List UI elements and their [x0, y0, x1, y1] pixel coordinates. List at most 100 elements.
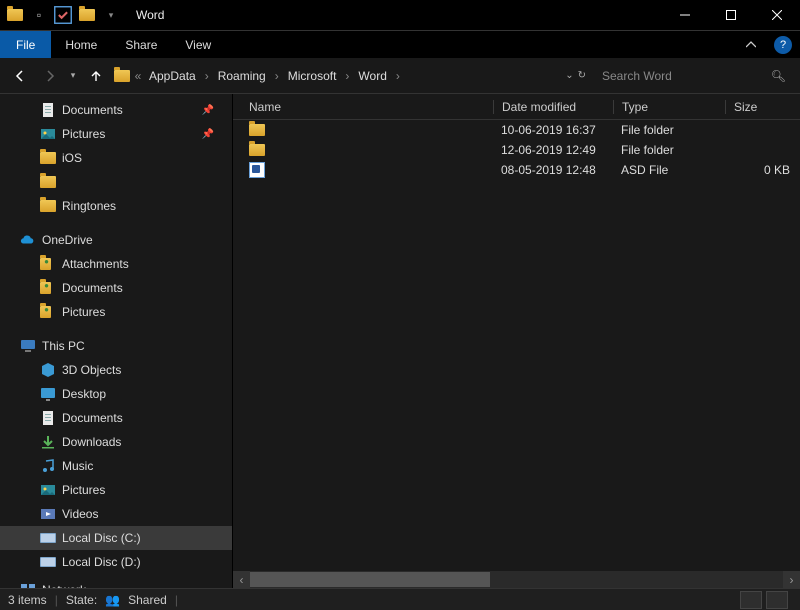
desk-icon [40, 386, 56, 402]
sidebar-item[interactable]: iOS [0, 146, 232, 170]
file-type: ASD File [613, 163, 725, 177]
details-view-button[interactable] [740, 591, 762, 609]
pc-icon [20, 338, 36, 354]
titlebar: ▫ ▾ Word [0, 0, 800, 30]
tree-label: Desktop [62, 387, 106, 401]
sidebar-item[interactable]: 3D Objects [0, 358, 232, 382]
onedrive-node[interactable]: OneDrive [0, 228, 232, 252]
chevron-right-icon[interactable]: › [201, 69, 213, 83]
onedrive-icon [20, 232, 36, 248]
folder-icon [40, 174, 56, 190]
file-row[interactable]: 12-06-2019 12:49 File folder [233, 140, 800, 160]
col-size[interactable]: Size [725, 100, 800, 114]
asd-icon [249, 162, 265, 178]
share-tab[interactable]: Share [111, 31, 171, 58]
view-tab[interactable]: View [171, 31, 225, 58]
tree-label: Documents [62, 411, 123, 425]
history-dropdown-icon[interactable]: ▾ [66, 62, 80, 90]
address-dropdown-icon[interactable]: ⌄ [565, 70, 573, 81]
qat-dropdown-icon[interactable]: ▾ [100, 4, 122, 26]
network-icon [20, 582, 36, 588]
breadcrumb[interactable]: Word [355, 69, 389, 83]
scroll-right-icon[interactable]: › [783, 571, 800, 588]
scroll-left-icon[interactable]: ‹ [233, 571, 250, 588]
properties-icon[interactable] [52, 4, 74, 26]
breadcrumb[interactable]: AppData [146, 69, 199, 83]
folder-icon [249, 122, 265, 138]
sidebar-item[interactable]: Pictures 📌 [0, 122, 232, 146]
thispc-node[interactable]: This PC [0, 334, 232, 358]
ribbon-tabs: File Home Share View ? [0, 30, 800, 58]
tree-label: Local Disc (D:) [62, 555, 141, 569]
tree-label: Documents [62, 281, 123, 295]
home-tab[interactable]: Home [51, 31, 111, 58]
tree-label: Pictures [62, 483, 105, 497]
forward-button[interactable] [36, 62, 64, 90]
col-date[interactable]: Date modified [493, 100, 613, 114]
vid-icon [40, 506, 56, 522]
file-row[interactable]: 10-06-2019 16:37 File folder [233, 120, 800, 140]
address-bar[interactable]: « AppData › Roaming › Microsoft › Word ›… [112, 63, 592, 89]
sidebar-item[interactable]: ● Pictures [0, 300, 232, 324]
file-date: 12-06-2019 12:49 [493, 143, 613, 157]
sidebar-item[interactable]: Ringtones [0, 194, 232, 218]
breadcrumb[interactable]: Microsoft [285, 69, 340, 83]
sidebar-item[interactable]: Documents 📌 [0, 98, 232, 122]
maximize-button[interactable] [708, 0, 754, 30]
search-icon[interactable]: 🔍︎ [771, 69, 786, 83]
sidebar-item[interactable]: Desktop [0, 382, 232, 406]
tree-label: This PC [42, 339, 85, 353]
scroll-thumb[interactable] [250, 572, 490, 587]
refresh-icon[interactable]: ↻ [578, 70, 586, 81]
network-node[interactable]: Network [0, 578, 232, 588]
sidebar-item[interactable]: Downloads [0, 430, 232, 454]
breadcrumb[interactable]: Roaming [215, 69, 269, 83]
pin-icon: 📌 [202, 129, 214, 140]
file-tab[interactable]: File [0, 31, 51, 58]
up-button[interactable] [82, 62, 110, 90]
file-type: File folder [613, 123, 725, 137]
drive-icon [40, 554, 56, 570]
sidebar-item[interactable]: Local Disc (D:) [0, 550, 232, 574]
close-button[interactable] [754, 0, 800, 30]
sidebar-item[interactable]: Videos [0, 502, 232, 526]
file-size: 0 KB [725, 163, 800, 177]
search-input[interactable]: Search Word 🔍︎ [594, 63, 794, 89]
sidebar-item[interactable]: Pictures [0, 478, 232, 502]
minimize-button[interactable] [662, 0, 708, 30]
chevron-right-icon[interactable]: › [271, 69, 283, 83]
sidebar-item[interactable]: Music [0, 454, 232, 478]
qat-button[interactable]: ▫ [28, 4, 50, 26]
col-type[interactable]: Type [613, 100, 725, 114]
pic-icon [40, 482, 56, 498]
file-row[interactable]: 08-05-2019 12:48 ASD File 0 KB [233, 160, 800, 180]
back-button[interactable] [6, 62, 34, 90]
drive-icon [40, 530, 56, 546]
sidebar-item[interactable]: ● Documents [0, 276, 232, 300]
address-folder-icon [114, 68, 130, 84]
sidebar-item[interactable]: ● Attachments [0, 252, 232, 276]
folder-icon [40, 198, 56, 214]
search-placeholder: Search Word [602, 69, 672, 83]
chevron-right-icon[interactable]: › [392, 69, 404, 83]
folder-icon [40, 150, 56, 166]
3d-icon [40, 362, 56, 378]
chevron-right-icon[interactable]: › [341, 69, 353, 83]
help-icon[interactable]: ? [774, 36, 792, 54]
quick-access-toolbar: ▫ ▾ [0, 4, 126, 26]
horizontal-scrollbar[interactable]: ‹ › [233, 571, 800, 588]
column-headers: Name Date modified Type Size [233, 94, 800, 120]
sidebar-item[interactable]: Local Disc (C:) [0, 526, 232, 550]
file-list[interactable]: 10-06-2019 16:37 File folder 12-06-2019 … [233, 120, 800, 571]
ribbon-collapse-icon[interactable] [736, 31, 766, 58]
chevron-right-icon[interactable]: « [132, 69, 144, 83]
tree-label: Videos [62, 507, 98, 521]
col-name[interactable]: Name [243, 100, 493, 114]
sidebar-item[interactable] [0, 170, 232, 194]
pin-icon: 📌 [202, 105, 214, 116]
tree-label: Attachments [62, 257, 129, 271]
music-icon [40, 458, 56, 474]
icons-view-button[interactable] [766, 591, 788, 609]
sidebar-item[interactable]: Documents [0, 406, 232, 430]
navigation-tree[interactable]: Documents 📌 Pictures 📌 iOS Ringtones One… [0, 94, 233, 588]
